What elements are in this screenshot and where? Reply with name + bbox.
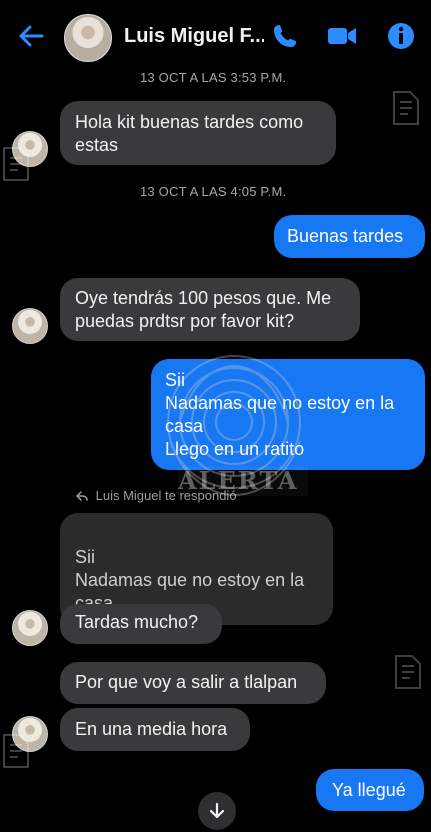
- scroll-down-button[interactable]: [198, 792, 236, 830]
- watermark-label: ALERTA: [178, 466, 308, 496]
- message-bubble[interactable]: En una media hora: [60, 708, 250, 751]
- avatar: [12, 308, 48, 344]
- message-bubble[interactable]: Tardas mucho?: [60, 604, 222, 644]
- back-arrow-icon[interactable]: [16, 22, 46, 50]
- watermark-mark: [395, 655, 421, 689]
- message-bubble[interactable]: Hola kit buenas tardes como estas: [60, 101, 336, 165]
- watermark-mark: [3, 147, 29, 181]
- message-bubble[interactable]: Oye tendrás 100 pesos que. Me puedas prd…: [60, 278, 360, 341]
- message-bubble[interactable]: Buenas tardes: [274, 215, 425, 258]
- chevron-down-icon: [209, 802, 225, 819]
- reply-icon: [76, 491, 88, 501]
- message-bubble[interactable]: Ya llegué: [316, 769, 424, 811]
- message-bubble[interactable]: Por que voy a salir a tlalpan: [60, 662, 326, 704]
- phone-icon[interactable]: [271, 22, 299, 50]
- info-icon[interactable]: [386, 21, 416, 51]
- message-bubble[interactable]: Sii Nadamas que no estoy en la casa Lleg…: [151, 359, 425, 470]
- avatar: [12, 610, 48, 646]
- video-camera-icon[interactable]: [326, 23, 358, 49]
- profile-avatar[interactable]: [64, 14, 112, 62]
- watermark-mark: [3, 734, 29, 768]
- contact-name[interactable]: Luis Miguel F...: [124, 25, 264, 51]
- timestamp: 13 OCT A LAS 3:53 P.M.: [140, 70, 287, 85]
- watermark-mark: [393, 91, 419, 125]
- timestamp: 13 OCT A LAS 4:05 P.M.: [140, 184, 287, 199]
